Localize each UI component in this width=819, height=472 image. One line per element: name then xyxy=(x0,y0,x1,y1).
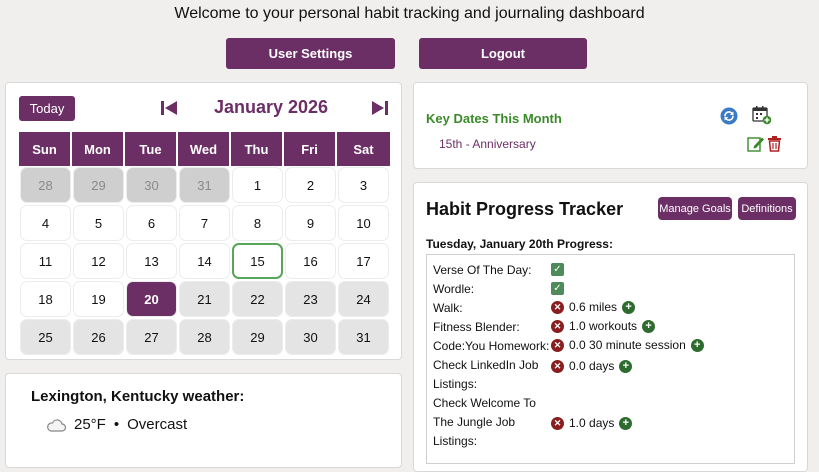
calendar-day[interactable]: 6 xyxy=(126,205,177,241)
calendar-day[interactable]: 3 xyxy=(338,167,389,203)
x-circle-icon: ✕ xyxy=(551,301,564,314)
calendar-day[interactable]: 8 xyxy=(232,205,283,241)
calendar-day[interactable]: 5 xyxy=(73,205,124,241)
weather-temp: 25°F xyxy=(74,416,106,433)
weekday-header: Thu xyxy=(231,132,284,166)
key-dates-title: Key Dates This Month xyxy=(426,111,562,126)
add-progress-icon[interactable]: + xyxy=(642,320,656,333)
add-calendar-icon[interactable] xyxy=(752,105,772,125)
habit-value: 0.0 30 minute session xyxy=(569,338,686,352)
habit-value: 1.0 days xyxy=(569,416,615,430)
calendar-day[interactable]: 28 xyxy=(179,319,230,355)
refresh-icon[interactable] xyxy=(720,107,738,125)
user-settings-button[interactable]: User Settings xyxy=(226,38,395,69)
add-progress-icon[interactable]: + xyxy=(622,301,636,314)
calendar-day[interactable]: 30 xyxy=(285,319,336,355)
add-progress-icon[interactable]: + xyxy=(619,360,633,373)
calendar-day[interactable]: 30 xyxy=(126,167,177,203)
progress-date: Tuesday, January 20th Progress: xyxy=(426,237,613,251)
today-button[interactable]: Today xyxy=(19,96,75,121)
calendar-day[interactable]: 15 xyxy=(232,243,283,279)
calendar-day[interactable]: 12 xyxy=(73,243,124,279)
calendar-grid: Sun Mon Tue Wed Thu Fri Sat 28 29 30 31 1 2 3 4… xyxy=(19,132,390,356)
key-dates-panel: Key Dates This Month 15th - Anniversary xyxy=(413,82,808,169)
weather-panel: Lexington, Kentucky weather: 25°F • Over… xyxy=(5,373,402,468)
calendar-day[interactable]: 27 xyxy=(126,319,177,355)
calendar-day[interactable]: 31 xyxy=(338,319,389,355)
calendar-day[interactable]: 20 xyxy=(126,281,177,317)
habit-name: Code:You Homework: xyxy=(433,339,550,353)
key-date-item: 15th - Anniversary xyxy=(439,137,536,151)
habit-tracker-title: Habit Progress Tracker xyxy=(426,199,624,219)
habit-list: Verse Of The Day: ✓ Wordle: ✓ Walk: ✕ 0.6 mile… xyxy=(426,254,795,464)
calendar-day[interactable]: 19 xyxy=(73,281,124,317)
calendar-day[interactable]: 31 xyxy=(179,167,230,203)
cloud-icon xyxy=(47,418,66,432)
calendar-day[interactable]: 25 xyxy=(20,319,71,355)
calendar-day[interactable]: 21 xyxy=(179,281,230,317)
habit-name: Verse Of The Day: xyxy=(433,263,532,277)
weather-title: Lexington, Kentucky weather: xyxy=(31,388,245,405)
weekday-header: Wed xyxy=(178,132,231,166)
prev-month-icon[interactable] xyxy=(160,99,178,117)
calendar-day[interactable]: 22 xyxy=(232,281,283,317)
delete-icon[interactable] xyxy=(767,135,782,152)
manage-goals-button[interactable]: Manage Goals xyxy=(658,197,732,220)
calendar-day[interactable]: 28 xyxy=(20,167,71,203)
weather-row: 25°F • Overcast xyxy=(46,416,187,433)
x-circle-icon: ✕ xyxy=(551,417,564,430)
calendar-day[interactable]: 17 xyxy=(338,243,389,279)
calendar-day[interactable]: 7 xyxy=(179,205,230,241)
habit-name: Walk: xyxy=(433,301,463,315)
weekday-header: Fri xyxy=(284,132,337,166)
calendar-day[interactable]: 13 xyxy=(126,243,177,279)
edit-icon[interactable] xyxy=(747,135,765,152)
weekday-header: Sat xyxy=(337,132,390,166)
calendar-day[interactable]: 1 xyxy=(232,167,283,203)
x-circle-icon: ✕ xyxy=(551,360,564,373)
habit-value: 0.0 days xyxy=(569,359,615,373)
calendar-day[interactable]: 23 xyxy=(285,281,336,317)
habit-name: Fitness Blender: xyxy=(433,320,520,334)
calendar-day[interactable]: 14 xyxy=(179,243,230,279)
welcome-message: Welcome to your personal habit tracking … xyxy=(174,5,645,22)
calendar-day[interactable]: 9 xyxy=(285,205,336,241)
weather-condition: Overcast xyxy=(127,416,188,433)
habit-name: Check LinkedIn Job Listings: xyxy=(433,358,539,391)
add-progress-icon[interactable]: + xyxy=(690,339,704,352)
habit-tracker-panel: Habit Progress Tracker Manage Goals Defi… xyxy=(413,182,808,472)
habit-name: Check Welcome To The Jungle Job Listings… xyxy=(433,396,536,448)
calendar-panel: Today January 2026 Sun Mon Tue Wed Thu F… xyxy=(5,82,402,360)
calendar-day[interactable]: 11 xyxy=(20,243,71,279)
calendar-day[interactable]: 26 xyxy=(73,319,124,355)
calendar-day[interactable]: 29 xyxy=(73,167,124,203)
check-icon[interactable]: ✓ xyxy=(551,263,564,276)
habit-value: 0.6 miles xyxy=(569,300,618,314)
check-icon[interactable]: ✓ xyxy=(551,282,564,295)
calendar-day[interactable]: 16 xyxy=(285,243,336,279)
add-progress-icon[interactable]: + xyxy=(619,417,633,430)
habit-name: Wordle: xyxy=(433,282,475,296)
calendar-day[interactable]: 24 xyxy=(338,281,389,317)
weekday-header: Sun xyxy=(19,132,72,166)
weekday-header: Tue xyxy=(125,132,178,166)
weather-separator: • xyxy=(113,416,120,433)
habit-value: 1.0 workouts xyxy=(569,319,638,333)
calendar-day[interactable]: 2 xyxy=(285,167,336,203)
logout-button[interactable]: Logout xyxy=(419,38,587,69)
definitions-button[interactable]: Definitions xyxy=(738,197,796,220)
calendar-day[interactable]: 10 xyxy=(338,205,389,241)
calendar-day[interactable]: 4 xyxy=(20,205,71,241)
calendar-day[interactable]: 18 xyxy=(20,281,71,317)
x-circle-icon: ✕ xyxy=(551,339,564,352)
month-title: January 2026 xyxy=(213,97,329,117)
x-circle-icon: ✕ xyxy=(551,320,564,333)
weekday-header: Mon xyxy=(72,132,125,166)
next-month-icon[interactable] xyxy=(371,99,389,117)
calendar-day[interactable]: 29 xyxy=(232,319,283,355)
